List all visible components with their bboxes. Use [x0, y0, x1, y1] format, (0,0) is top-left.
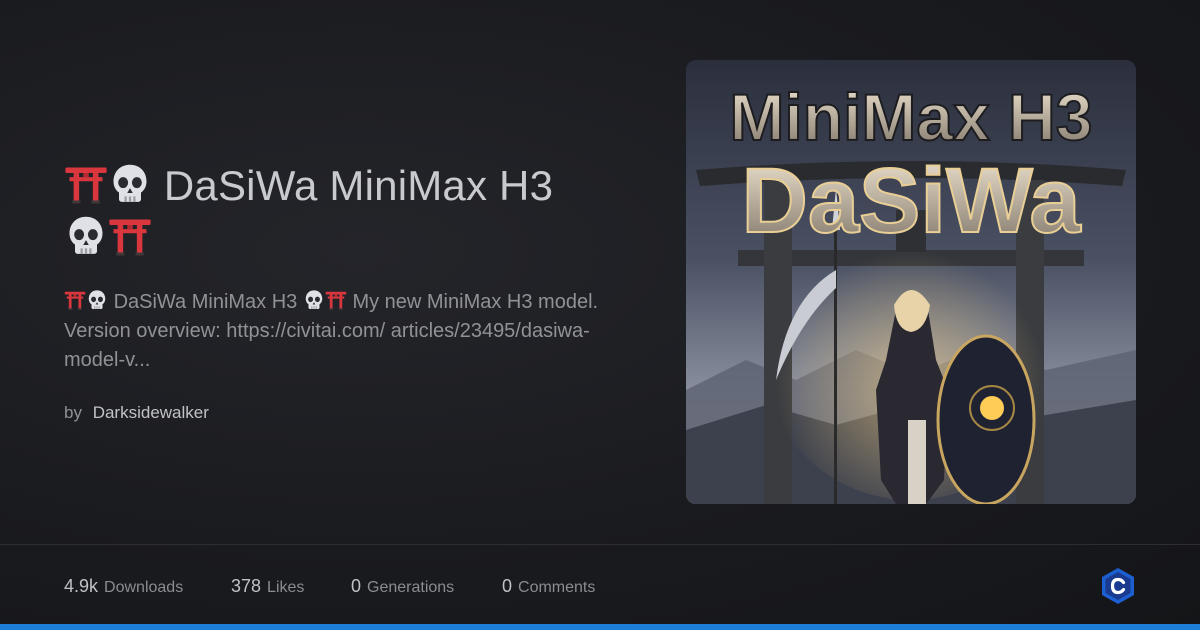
stat-label: Generations: [367, 579, 455, 596]
skull-icon: [86, 289, 108, 311]
cover-title-line2: DaSiWa: [741, 150, 1081, 252]
stats-footer: 4.9k Downloads 378 Likes 0 Generations 0 Com…: [0, 544, 1200, 624]
skull-icon: [303, 289, 325, 311]
stat-label: Comments: [518, 579, 596, 596]
model-title-text: DaSiWa MiniMax H3: [163, 162, 554, 209]
model-description: DaSiWa MiniMax H3 My new MiniMax H3 mode…: [64, 288, 604, 375]
stat-comments: 0 Comments: [502, 576, 595, 597]
cover-title-line1: MiniMax H3: [729, 80, 1092, 154]
author-name[interactable]: Darksidewalker: [93, 403, 209, 422]
og-card: DaSiWa MiniMax H3 DaSiWa MiniMax H3 My n…: [0, 0, 1200, 630]
stat-value: 0: [502, 576, 513, 596]
byline-by: by: [64, 403, 82, 422]
stat-label: Downloads: [104, 579, 184, 596]
skull-icon: [108, 162, 152, 206]
accent-bar: [0, 624, 1200, 630]
torii-gate-icon: [325, 289, 347, 311]
stat-value: 0: [351, 576, 362, 596]
description-lead: DaSiWa MiniMax H3: [113, 291, 298, 313]
stat-value: 378: [231, 576, 262, 596]
cover-image[interactable]: MiniMax H3 DaSiWa: [686, 60, 1136, 504]
model-info: DaSiWa MiniMax H3 DaSiWa MiniMax H3 My n…: [64, 160, 644, 423]
skull-icon: [64, 214, 108, 258]
byline: by Darksidewalker: [64, 403, 644, 423]
stat-label: Likes: [267, 579, 305, 596]
stat-value: 4.9k: [64, 576, 99, 596]
model-title: DaSiWa MiniMax H3: [64, 160, 644, 264]
civitai-logo-icon: [1102, 568, 1134, 604]
torii-gate-icon: [108, 214, 152, 258]
torii-gate-icon: [64, 162, 108, 206]
stat-generations: 0 Generations: [351, 576, 454, 597]
stat-likes: 378 Likes: [231, 576, 304, 597]
torii-gate-icon: [64, 289, 86, 311]
stat-downloads: 4.9k Downloads: [64, 576, 183, 597]
